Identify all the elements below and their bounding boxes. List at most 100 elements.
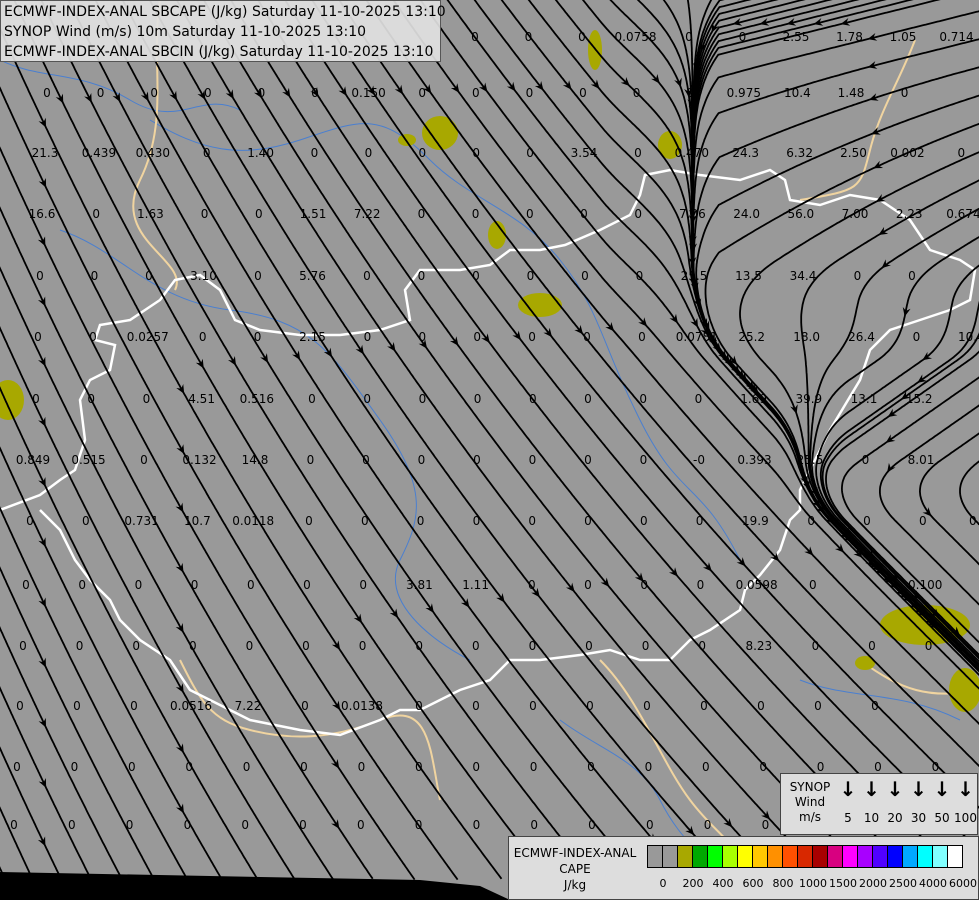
cape-value-label: 8.01 [908, 453, 935, 467]
cape-value-label: 0 [812, 639, 820, 653]
cape-value-label: 0 [241, 818, 249, 832]
cape-value-label: 0.731 [124, 514, 158, 528]
cape-value-label: 0 [529, 639, 537, 653]
cape-legend-line: CAPE [559, 862, 591, 876]
cape-value-label: 0 [696, 514, 704, 528]
cape-color-legend: ECMWF-INDEX-ANAL CAPE J/kg 0 200 400 600 800… [508, 836, 979, 900]
cape-value-label: 0.002 [890, 146, 924, 160]
title-cape: ECMWF-INDEX-ANAL SBCAPE (J/kg) Saturday … [4, 4, 446, 20]
cape-value-label: 0 [814, 699, 822, 713]
cape-value-label: 34.4 [790, 269, 817, 283]
cape-value-label: 0 [471, 30, 479, 44]
cape-value-label: 3.54 [571, 146, 598, 160]
cape-value-label: 0 [76, 639, 84, 653]
wind-arrow-icon: ↓ [886, 777, 904, 801]
cape-value-label: 0 [415, 760, 423, 774]
cape-tick-label: 400 [712, 877, 734, 890]
cape-value-label: 0.5 [969, 514, 979, 528]
cape-value-label: 0 [359, 578, 367, 592]
cape-value-label: 0 [526, 86, 534, 100]
cape-value-label: 2.23 [896, 207, 923, 221]
cape-value-label: 0 [957, 146, 965, 160]
cape-value-label: 0 [640, 453, 648, 467]
cape-value-label: 0 [472, 269, 480, 283]
cape-value-label: 0 [305, 514, 313, 528]
cape-value-label: 0 [255, 207, 263, 221]
cape-value-label: 0 [529, 453, 537, 467]
cape-value-label: 1.63 [137, 207, 164, 221]
cape-color-swatch [903, 846, 918, 867]
cape-value-label: 0 [643, 699, 651, 713]
weather-map: 0 0 0 0.0758 0 0 2.55 1.78 1.05 0.714 0 0 0 0 0 0 0.150 0… [0, 0, 979, 900]
cape-value-label: 0 [634, 207, 642, 221]
cape-value-label: 0 [530, 760, 538, 774]
cape-tick-label: 2000 [859, 877, 887, 890]
cape-value-label: -0 [693, 453, 705, 467]
cape-value-label: 0 [130, 699, 138, 713]
cape-value-label: 0 [143, 392, 151, 406]
cape-color-swatch [648, 846, 663, 867]
cape-value-label: 0 [583, 330, 591, 344]
cape-value-label: 0 [189, 639, 197, 653]
synop-legend-title: SYNOP Wind m/s [783, 780, 837, 825]
wind-arrow-icon: ↓ [910, 777, 927, 801]
cape-value-label: 0 [646, 818, 654, 832]
cape-value-label: 0 [22, 578, 30, 592]
cape-value-label: 0 [363, 392, 371, 406]
cape-value-label: 0 [203, 146, 211, 160]
cape-value-label: 19.9 [742, 514, 769, 528]
cape-value-label: 0.516 [240, 392, 274, 406]
cape-color-swatch [918, 846, 933, 867]
map-title-box: ECMWF-INDEX-ANAL SBCAPE (J/kg) Saturday … [0, 0, 446, 62]
cape-value-label: 0 [874, 760, 882, 774]
cape-value-label: 1.40 [247, 146, 274, 160]
cape-value-label: 3.10 [190, 269, 217, 283]
cape-value-label: 0.0598 [736, 578, 778, 592]
cape-value-label: 0 [645, 760, 653, 774]
cape-value-label: 0.714 [939, 30, 973, 44]
cape-value-label: 0.674 [946, 207, 979, 221]
cape-color-swatch [723, 846, 738, 867]
synop-wind-legend: SYNOP Wind m/s ↓ 5 ↓ 10 ↓ 20 ↓ 30 ↓ 50 ↓ 100 [780, 773, 978, 835]
cape-value-label: 0 [258, 86, 266, 100]
wind-speed-label: 50 [934, 811, 950, 825]
cape-value-label: 0 [128, 760, 136, 774]
cape-value-label: 0 [639, 392, 647, 406]
cape-value-label: 7.22 [235, 699, 262, 713]
cape-tick-label: 800 [772, 877, 794, 890]
cape-value-label: 0 [474, 392, 482, 406]
cape-value-label: 13.5 [735, 269, 762, 283]
cape-value-label: 3.81 [406, 578, 433, 592]
cape-value-label: 0.470 [675, 146, 709, 160]
cape-color-swatch [843, 846, 858, 867]
cape-value-label: 14.8 [242, 453, 269, 467]
wind-speed-label: 10 [863, 811, 880, 825]
cape-value-label: 0 [68, 818, 76, 832]
cape-value-label: 0.515 [71, 453, 105, 467]
cape-value-label: 13.1 [851, 392, 878, 406]
wind-arrow-icon: ↓ [839, 777, 857, 801]
cape-value-label: 0 [308, 392, 316, 406]
cape-area [422, 116, 458, 150]
cape-legend-title: ECMWF-INDEX-ANAL CAPE J/kg [511, 845, 639, 893]
cape-value-label: 1.51 [300, 207, 327, 221]
cape-value-label: 2.15 [299, 330, 326, 344]
cape-value-label: 0 [246, 639, 254, 653]
cape-value-label: 0 [636, 269, 644, 283]
cape-value-label: 0 [132, 639, 140, 653]
title-wind: SYNOP Wind (m/s) 10m Saturday 11-10-2025… [4, 24, 367, 40]
cape-value-label: 0 [529, 392, 537, 406]
cape-value-label: 0 [418, 146, 426, 160]
cape-value-label: 0 [685, 30, 693, 44]
cape-value-label: 25.5 [681, 269, 708, 283]
cape-value-label: 0 [78, 578, 86, 592]
cape-value-label: 0 [185, 760, 193, 774]
cape-value-label: 0 [73, 699, 81, 713]
cape-value-label: 0 [419, 392, 427, 406]
cape-value-label: 0 [359, 639, 367, 653]
cape-color-swatch [813, 846, 828, 867]
cape-value-label: 0 [584, 514, 592, 528]
cape-color-swatch [933, 846, 948, 867]
cape-value-label: 0 [184, 818, 192, 832]
cape-value-label: 5.76 [299, 269, 326, 283]
